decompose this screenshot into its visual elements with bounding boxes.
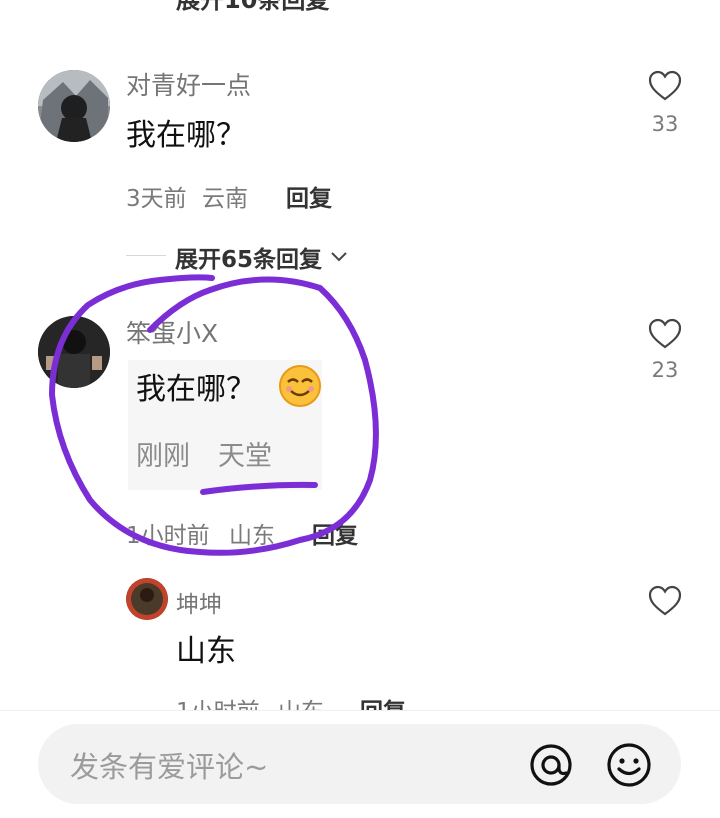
annotation-circle: [49, 274, 379, 556]
comment-input-placeholder: 发条有爱评论~: [70, 750, 269, 784]
emoji-icon[interactable]: [604, 740, 654, 790]
at-icon[interactable]: [526, 740, 576, 790]
